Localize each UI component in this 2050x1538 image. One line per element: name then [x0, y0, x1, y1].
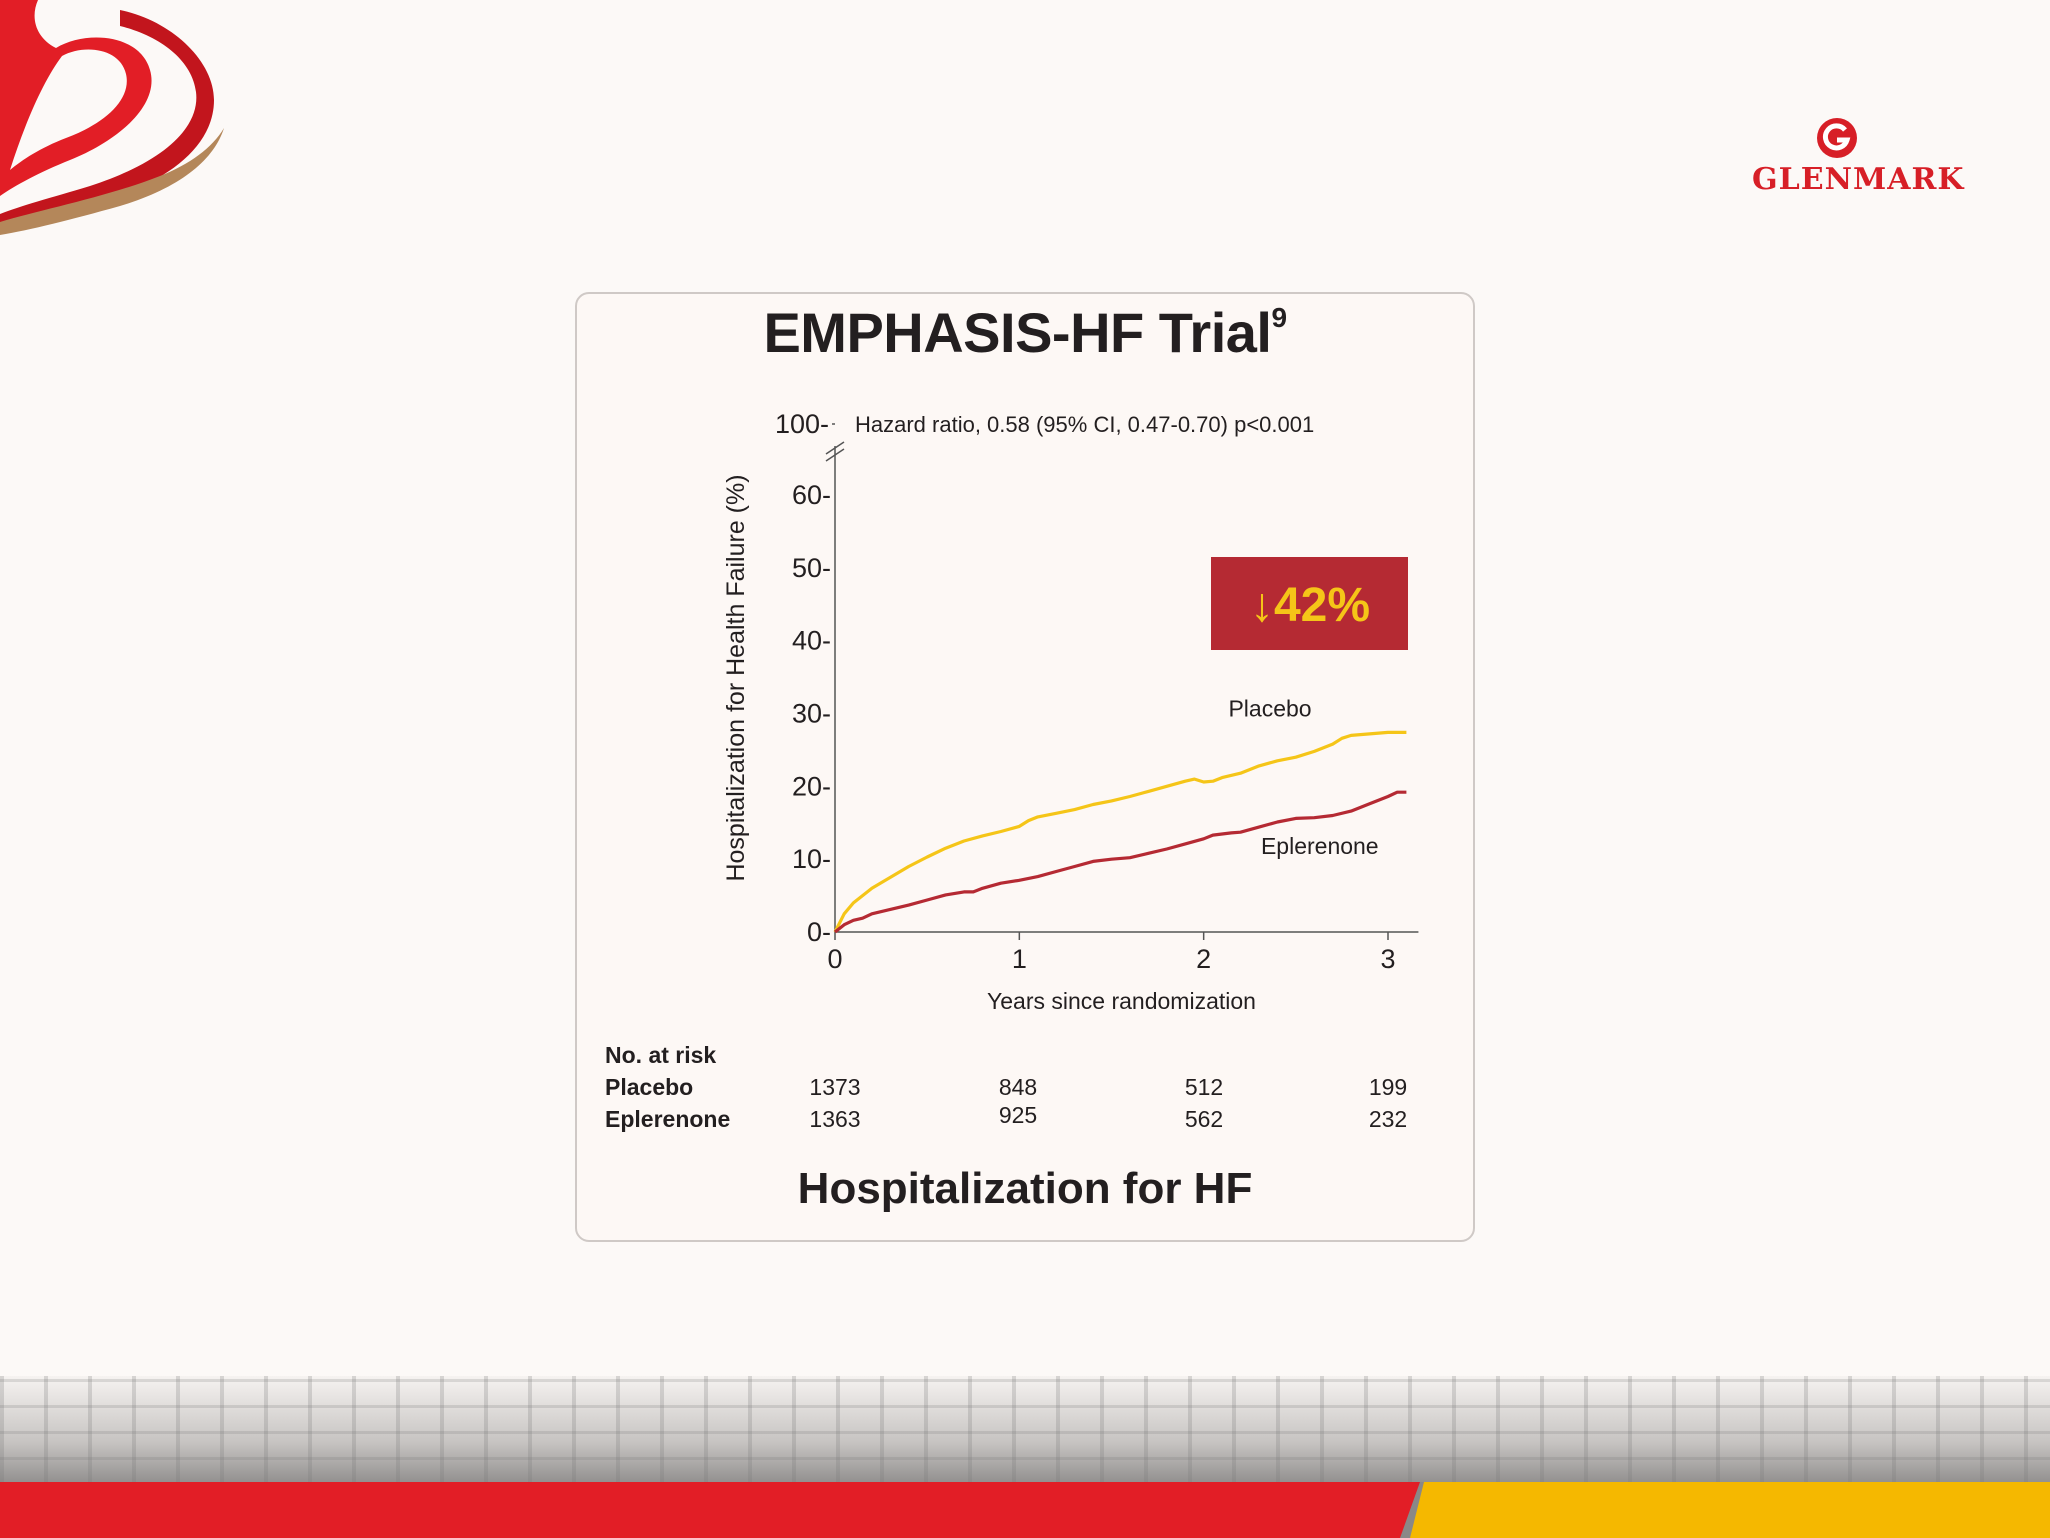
x-axis-label: Years since randomization — [987, 988, 1256, 1014]
y-tick-label: 40- — [792, 626, 831, 656]
series-label-eplerenone: Eplerenone — [1261, 833, 1379, 859]
pavement-background — [0, 1376, 2050, 1486]
y-tick-label: 100- — [775, 409, 829, 439]
heart-logo — [0, 0, 224, 235]
footer-title: Hospitalization for HF — [797, 1164, 1253, 1213]
y-tick-label: 20- — [792, 771, 831, 801]
y-axis-label: Hospitalization for Health Failure (%) — [722, 474, 750, 881]
brand-name: GLENMARK — [1752, 162, 1965, 197]
glenmark-mark-icon — [1817, 118, 1857, 158]
y-tick-label: 30- — [792, 699, 831, 729]
reduction-badge-text: ↓42% — [1250, 579, 1370, 632]
series-label-placebo: Placebo — [1228, 695, 1311, 721]
x-tick-label: 3 — [1380, 944, 1395, 974]
y-tick-label: 10- — [792, 844, 831, 874]
y-tick-label: 60- — [792, 480, 831, 510]
footer-band-red — [0, 1482, 1420, 1538]
footer-band-yellow — [1410, 1482, 2050, 1538]
y-tick-label: 50- — [792, 553, 831, 583]
hazard-ratio-annotation: Hazard ratio, 0.58 (95% CI, 0.47-0.70) p… — [855, 412, 1314, 437]
x-tick-label: 0 — [827, 944, 842, 974]
km-chart: 100- 0- 10- 20- 30- 40- 50- 60- 0 1 2 3 Years since … — [722, 409, 1419, 1014]
x-tick-label: 1 — [1012, 944, 1027, 974]
brand-logo: GLENMARK — [1752, 116, 1965, 197]
chart-card: EMPHASIS-HF Trial9 100- 0- 10- 20- 30- 40- 50-… — [575, 292, 1475, 1242]
y-tick-label: 0- — [807, 917, 831, 947]
x-tick-label: 2 — [1196, 944, 1211, 974]
